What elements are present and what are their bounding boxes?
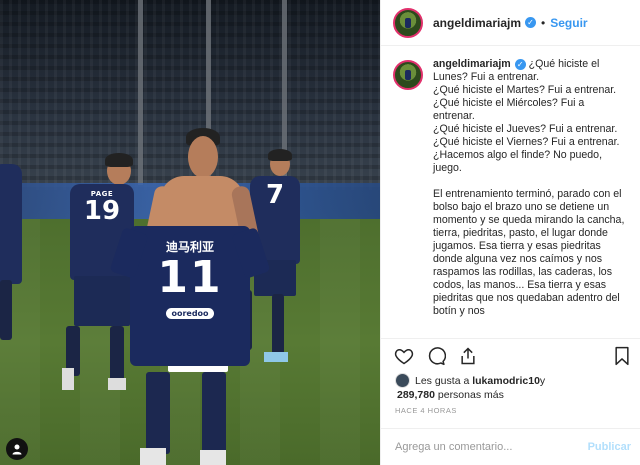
jersey-number: 11 (157, 252, 223, 303)
floodlight-pole (138, 0, 143, 185)
follow-button[interactable]: Seguir (550, 16, 587, 30)
post-username[interactable]: angeldimariajm (433, 16, 521, 30)
action-bar (381, 338, 640, 372)
avatar[interactable] (393, 60, 423, 90)
separator-dot: • (541, 15, 546, 30)
verified-badge-icon: ✓ (525, 17, 537, 28)
likes-count[interactable]: 289,780 (397, 389, 435, 401)
post-header: angeldimariajm ✓ • Seguir (381, 0, 640, 46)
held-jersey: 迪马利亚 11 ooredoo (109, 226, 271, 366)
heart-icon[interactable] (393, 345, 415, 367)
post-side-panel: angeldimariajm ✓ • Seguir angeldimariajm… (380, 0, 640, 465)
comment-input[interactable] (395, 441, 588, 453)
likes-prefix: Les gusta a (415, 374, 470, 387)
caption-username[interactable]: angeldimariajm (433, 58, 511, 70)
share-icon[interactable] (457, 345, 479, 367)
likes-summary: Les gusta a lukamodric10 y 289,780 perso… (395, 373, 635, 402)
likes-mid: y (539, 374, 546, 387)
liker-username[interactable]: lukamodric10 (472, 374, 540, 388)
comment-icon[interactable] (425, 345, 447, 367)
caption-text: angeldimariajm ✓ ¿Qué hiciste el Lunes? F… (433, 58, 629, 318)
bookmark-icon[interactable] (611, 345, 633, 367)
liker-avatar[interactable] (395, 373, 410, 388)
publish-button[interactable]: Publicar (588, 441, 631, 453)
caption-body: ¿Qué hiciste el Lunes? Fui a entrenar. ¿… (433, 58, 625, 317)
avatar[interactable] (393, 7, 423, 38)
post-photo[interactable]: PAGE 19 7 迪马利亚 11 ooredoo (0, 0, 380, 465)
post-timestamp[interactable]: HACE 4 HORAS (395, 406, 457, 415)
jersey-sponsor: ooredoo (166, 308, 214, 319)
comment-bar: Publicar (381, 428, 640, 465)
verified-badge-icon: ✓ (514, 59, 526, 70)
likes-suffix[interactable]: personas más (435, 389, 504, 401)
caption-area[interactable]: angeldimariajm ✓ ¿Qué hiciste el Lunes? F… (381, 58, 640, 336)
tagged-user-icon[interactable] (6, 438, 28, 460)
